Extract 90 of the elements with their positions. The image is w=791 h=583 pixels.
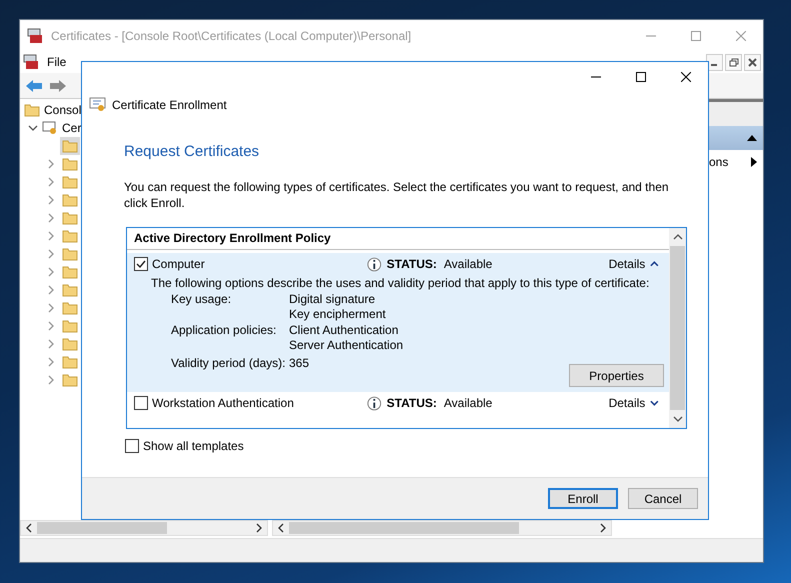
folder-icon [62,265,78,279]
chevron-right-icon[interactable] [46,159,56,169]
details-link[interactable]: Details [608,396,646,410]
property-value: 365 [289,356,310,370]
folder-icon [62,283,78,297]
folder-icon [62,355,78,369]
folder-icon [24,103,40,117]
property-label: Application policies: [171,323,278,339]
property-value: Server Authentication [289,338,404,352]
tree-item[interactable]: Consol [44,103,82,117]
certificate-icon [42,121,58,135]
folder-icon [62,139,78,153]
template-item[interactable] [127,253,669,392]
folder-icon [62,211,78,225]
status-value: Available [444,257,494,271]
scroll-down-icon[interactable] [672,416,682,422]
maximize-icon[interactable] [636,72,646,82]
checkbox[interactable] [134,257,148,271]
folder-icon [62,373,78,387]
scroll-right-icon[interactable] [600,523,606,533]
scroll-left-icon[interactable] [26,523,32,533]
restore-icon[interactable] [725,54,742,70]
property-label: Key usage: [171,292,232,308]
page-heading: Request Certificates [124,143,260,160]
checkbox[interactable] [134,396,148,410]
tree-item[interactable] [60,137,80,155]
forward-arrow-icon[interactable] [49,78,67,92]
chevron-right-icon[interactable] [46,213,56,223]
horizontal-scrollbar[interactable] [20,520,268,536]
chevron-right-icon[interactable] [46,285,56,295]
close-icon[interactable] [680,72,690,82]
folder-icon [62,337,78,351]
chevron-right-icon[interactable] [46,321,56,331]
vertical-scrollbar[interactable] [669,228,686,428]
property-value: Key encipherment [289,307,386,321]
cancel-button[interactable]: Cancel [628,488,698,509]
minimize-icon[interactable] [706,54,723,70]
chevron-right-icon[interactable] [46,177,56,187]
menu-item[interactable]: File [47,55,66,69]
enroll-button[interactable]: Enroll [548,488,618,509]
template-name: Computer [152,257,206,271]
folder-icon [62,319,78,333]
checkbox-label: Show all templates [143,439,244,453]
chevron-up-icon[interactable] [650,260,659,268]
certificate-icon [89,97,107,113]
dialog-title: Certificate Enrollment [112,98,227,112]
properties-button[interactable]: Properties [569,364,664,387]
status-value: Available [444,396,494,410]
description-text: You can request the following types of certificates. Select the certificates you want to request, and then click Enroll. [124,179,670,211]
scroll-right-icon[interactable] [256,523,262,533]
window-title: Certificates - [Console Root\Certificates (Local Computer)\Personal] [51,28,412,42]
chevron-right-icon[interactable] [46,249,56,259]
info-icon [367,396,382,410]
folder-icon [62,157,78,171]
template-name: Workstation Authentication [152,396,295,410]
details-link[interactable]: Details [608,257,646,271]
property-value: Client Authentication [289,323,400,337]
chevron-down-icon[interactable] [28,123,38,133]
actions-pane-entry[interactable]: ons [709,155,728,169]
back-arrow-icon[interactable] [25,78,43,92]
scroll-left-icon[interactable] [278,523,284,533]
checkbox[interactable] [125,439,139,453]
folder-icon [62,229,78,243]
folder-icon [62,301,78,315]
toolbox-icon [23,54,39,70]
scroll-up-icon[interactable] [672,234,682,240]
status-label: STATUS: [386,396,437,410]
chevron-right-icon[interactable] [46,357,56,367]
tree-item[interactable]: Cer [62,121,82,135]
folder-icon [62,193,78,207]
folder-icon [62,175,78,189]
template-item[interactable]: Workstation Authentication STATUS: Available Details [127,392,669,415]
info-icon [367,256,382,272]
property-value: Digital signature [289,292,376,306]
chevron-right-icon[interactable] [46,195,56,205]
chevron-right-icon[interactable] [46,375,56,385]
chevron-right-icon[interactable] [46,231,56,241]
chevron-right-icon[interactable] [46,267,56,277]
chevron-right-icon[interactable] [46,339,56,349]
collapse-triangle-icon[interactable] [747,135,757,141]
status-label: STATUS: [386,257,437,271]
submenu-arrow-icon[interactable] [751,157,757,167]
policy-header: Active Directory Enrollment Policy [127,228,669,250]
toolbox-icon [27,28,43,44]
details-intro: The following options describe the uses and validity period that apply to this type of certificate: [150,276,650,290]
chevron-right-icon[interactable] [46,303,56,313]
horizontal-scrollbar[interactable] [272,520,612,536]
property-label: Validity period (days): [171,356,286,370]
folder-icon [62,247,78,261]
chevron-down-icon[interactable] [650,399,659,407]
